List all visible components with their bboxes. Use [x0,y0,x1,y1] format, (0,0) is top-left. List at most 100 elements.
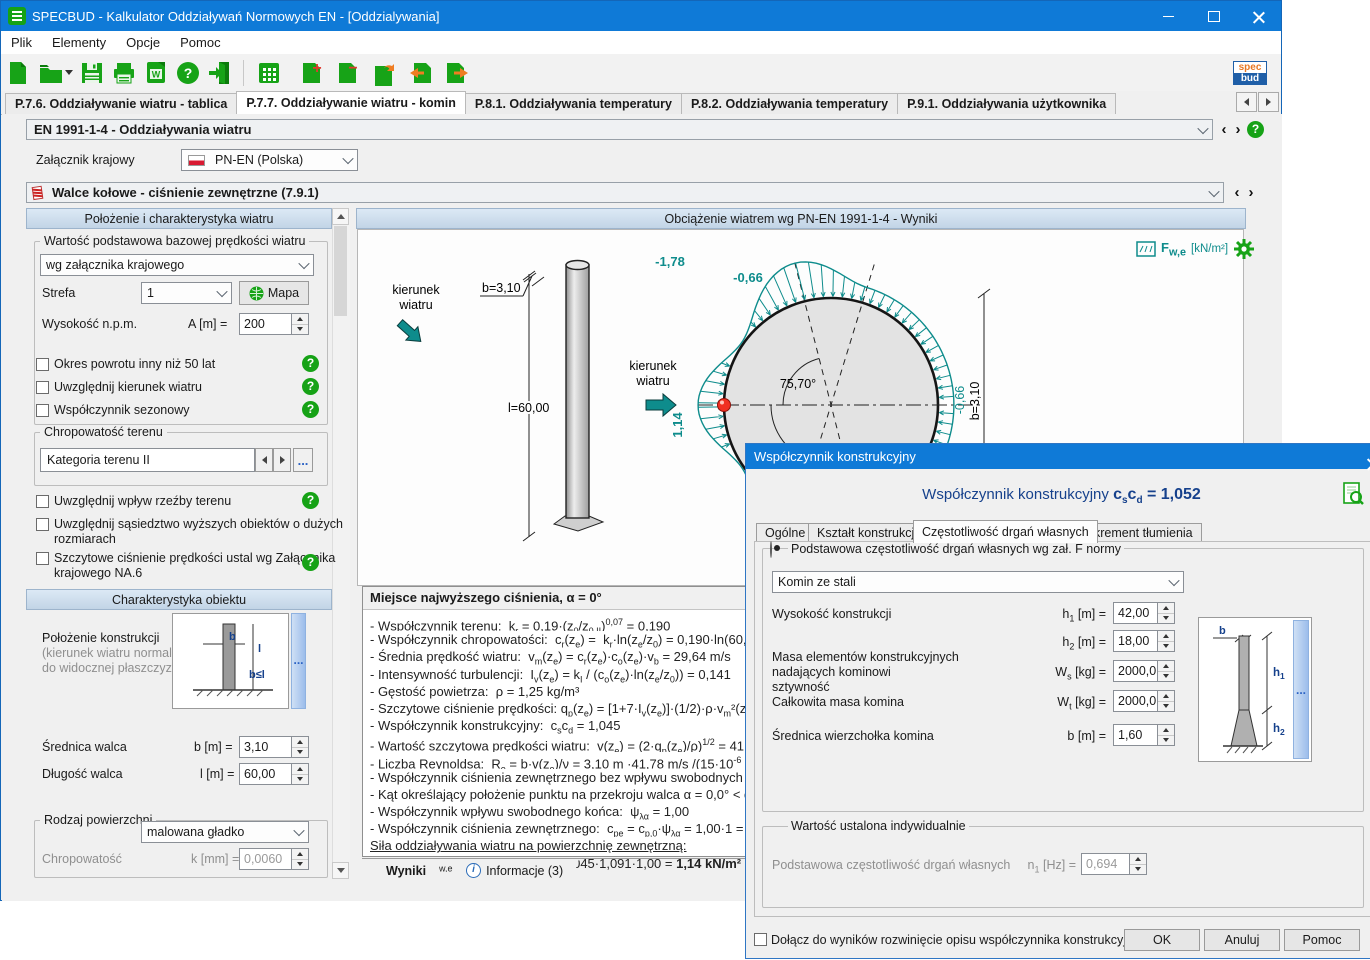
norm-help-icon[interactable]: ? [1247,121,1264,138]
menu-plik[interactable]: Plik [1,33,42,52]
remove-element-button[interactable]: − [334,58,364,88]
altitude-label: Wysokość n.p.m. [42,317,137,332]
surface-combobox[interactable]: malowana gładko [141,821,309,843]
method-dropdown-icon[interactable] [1205,183,1223,202]
checkbox-peak-pressure-label2: krajowego NA.6 [54,566,142,581]
return-period-help-icon[interactable]: ? [302,355,319,372]
wind-direction-help-icon[interactable]: ? [302,378,319,395]
tab-wyniki[interactable]: Wyniki [370,859,442,882]
tab-p76[interactable]: P.7.6. Oddziaływanie wiatru - tablica [5,93,237,114]
help-button-dialog[interactable]: Pomoc [1284,929,1360,951]
dtab-ogolne[interactable]: Ogólne [756,523,814,543]
h1-spinner[interactable]: 42,00 [1113,602,1175,624]
save-button[interactable] [77,58,107,88]
strefa-combobox[interactable]: 1 [141,282,232,304]
diameter-down-icon[interactable] [292,748,308,758]
new-file-button[interactable] [3,58,33,88]
tab-informacje[interactable]: i Informacje (3) [450,859,579,882]
checkbox-return-period[interactable] [36,358,49,371]
norm-dropdown-icon[interactable] [1194,120,1212,139]
method-next-button[interactable]: › [1244,184,1258,201]
exit-button[interactable] [205,58,235,88]
help-button[interactable]: ? [173,58,203,88]
orography-help-icon[interactable]: ? [302,492,319,509]
chimney-more-button[interactable]: ... [1293,620,1309,759]
position-thumbnail[interactable]: b l b≤l [172,613,289,709]
altitude-spinner[interactable]: 200 [239,313,309,335]
open-file-button[interactable] [35,58,75,88]
checkbox-seasonal[interactable] [36,404,49,417]
checkbox-peak-pressure[interactable] [36,552,49,565]
length-label: Długość walca [42,767,123,782]
tab-p91[interactable]: P.9.1. Oddziaływania użytkownika [897,93,1116,114]
add-element-button[interactable]: + [298,58,328,88]
menu-opcje[interactable]: Opcje [116,33,170,52]
dtab-ksztalt[interactable]: Kształt konstrukcji [808,523,926,543]
tab-p77[interactable]: P.7.7. Oddziaływanie wiatru - komin [236,91,466,114]
diameter-spinner[interactable]: 3,10 [239,736,309,758]
surface-dropdown-icon[interactable] [290,822,308,842]
method-combobox[interactable]: Walce kołowe - ciśnienie zewnętrzne (7.9… [26,182,1224,203]
next-element-button[interactable] [442,58,472,88]
length-up-icon[interactable] [292,764,308,775]
report-preview-icon[interactable] [1342,482,1364,506]
tab-scroll-right-button[interactable] [1258,92,1279,112]
tab-p82[interactable]: P.8.2. Oddziaływania temperatury [681,93,898,114]
annex-combobox[interactable]: PN-EN (Polska) [181,149,358,171]
velocity-source-dropdown-icon[interactable] [295,255,313,275]
length-down-icon[interactable] [292,775,308,785]
norm-prev-button[interactable]: ‹ [1217,121,1231,138]
norm-next-button[interactable]: › [1231,121,1245,138]
svg-text:-0,66: -0,66 [733,270,763,285]
velocity-source-combobox[interactable]: wg załącznika krajowego [40,254,314,276]
ok-button[interactable]: OK [1124,929,1200,951]
terrain-prev-button[interactable] [255,448,273,472]
tab-p81[interactable]: P.8.1. Oddziaływania temperatury [465,93,682,114]
app-icon [8,7,26,25]
tab-scroll-left-button[interactable] [1236,92,1257,112]
diameter-up-icon[interactable] [292,737,308,748]
radio-code-frequency[interactable] [770,541,772,558]
position-more-button[interactable]: ... [291,613,306,709]
h2-spinner[interactable]: 18,00 [1113,630,1175,652]
method-prev-button[interactable]: ‹ [1230,184,1244,201]
insert-table-button[interactable] [254,58,284,88]
peak-pressure-help-icon[interactable]: ? [302,554,319,571]
chimney-type-combobox[interactable]: Komin ze stali [772,571,1184,593]
checkbox-orography[interactable] [36,495,49,508]
scroll-down-button[interactable] [332,862,349,879]
scroll-up-button[interactable] [332,208,349,225]
strefa-dropdown-icon[interactable] [213,283,231,303]
minimize-button[interactable] [1146,1,1191,31]
scrollbar-thumb[interactable] [334,226,347,316]
annex-dropdown-icon[interactable] [339,150,357,170]
checkbox-include-description[interactable] [754,933,767,946]
b-spinner[interactable]: 1,60 [1113,724,1175,746]
previous-element-button[interactable] [406,58,436,88]
menu-pomoc[interactable]: Pomoc [170,33,230,52]
checkbox-neighbour[interactable] [36,518,49,531]
maximize-button[interactable] [1191,1,1236,31]
chimney-thumbnail[interactable]: b h1 h2 ... [1198,617,1312,762]
terrain-more-button[interactable]: ... [293,448,313,472]
wt-spinner[interactable]: 2000,0 [1113,690,1175,712]
checkbox-wind-direction[interactable] [36,381,49,394]
export-word-button[interactable]: W [141,58,171,88]
terrain-next-button[interactable] [273,448,291,472]
cancel-button[interactable]: Anuluj [1204,929,1280,951]
close-button[interactable] [1236,1,1281,31]
altitude-up-icon[interactable] [292,314,308,325]
altitude-down-icon[interactable] [292,325,308,335]
print-button[interactable] [109,58,139,88]
terrain-category-field[interactable]: Kategoria terenu II [40,448,255,472]
open-dropdown-icon[interactable] [65,70,73,75]
ws-spinner[interactable]: 2000,0 [1113,660,1175,682]
replace-element-button[interactable] [370,58,400,88]
dtab-czestotliwosc[interactable]: Częstotliwość drgań własnych [913,520,1098,543]
chimney-type-dropdown-icon[interactable] [1165,572,1183,592]
mapa-button[interactable]: Mapa [239,281,309,305]
menu-elementy[interactable]: Elementy [42,33,116,52]
norm-combobox[interactable]: EN 1991-1-4 - Oddziaływania wiatru [26,119,1213,140]
seasonal-help-icon[interactable]: ? [302,401,319,418]
length-spinner[interactable]: 60,00 [239,763,309,785]
